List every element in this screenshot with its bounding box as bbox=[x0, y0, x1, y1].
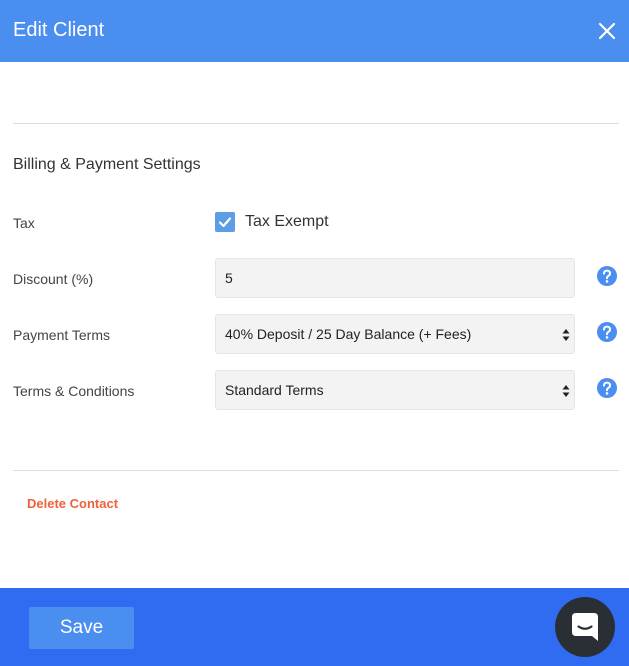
chat-launcher-button[interactable] bbox=[555, 597, 615, 657]
tax-exempt-checkbox[interactable] bbox=[215, 212, 235, 232]
delete-contact-link[interactable]: Delete Contact bbox=[27, 496, 118, 512]
terms-conditions-value: Standard Terms bbox=[225, 382, 324, 398]
discount-label: Discount (%) bbox=[13, 271, 94, 287]
chat-bubble-icon bbox=[572, 613, 598, 641]
close-icon bbox=[598, 22, 616, 40]
modal-header: Edit Client bbox=[0, 0, 629, 62]
help-circle-icon[interactable] bbox=[597, 378, 617, 398]
bottom-divider bbox=[13, 470, 619, 471]
discount-input[interactable] bbox=[215, 258, 575, 298]
terms-conditions-select[interactable]: Standard Terms bbox=[215, 370, 575, 410]
modal-footer: Save bbox=[0, 588, 629, 666]
modal-title: Edit Client bbox=[13, 19, 105, 41]
checkmark-icon bbox=[218, 217, 232, 228]
terms-conditions-label: Terms & Conditions bbox=[13, 383, 135, 399]
payment-terms-select[interactable]: 40% Deposit / 25 Day Balance (+ Fees) bbox=[215, 314, 575, 354]
close-button[interactable] bbox=[594, 18, 620, 44]
help-circle-icon[interactable] bbox=[597, 322, 617, 342]
save-button[interactable]: Save bbox=[29, 607, 134, 649]
top-divider bbox=[13, 123, 619, 124]
select-arrows-icon bbox=[562, 329, 570, 341]
section-title: Billing & Payment Settings bbox=[13, 156, 201, 173]
select-arrows-icon bbox=[562, 385, 570, 397]
payment-terms-value: 40% Deposit / 25 Day Balance (+ Fees) bbox=[225, 326, 472, 342]
payment-terms-label: Payment Terms bbox=[13, 327, 110, 343]
tax-exempt-label[interactable]: Tax Exempt bbox=[245, 212, 329, 232]
tax-label: Tax bbox=[13, 215, 35, 231]
help-circle-icon[interactable] bbox=[597, 266, 617, 286]
